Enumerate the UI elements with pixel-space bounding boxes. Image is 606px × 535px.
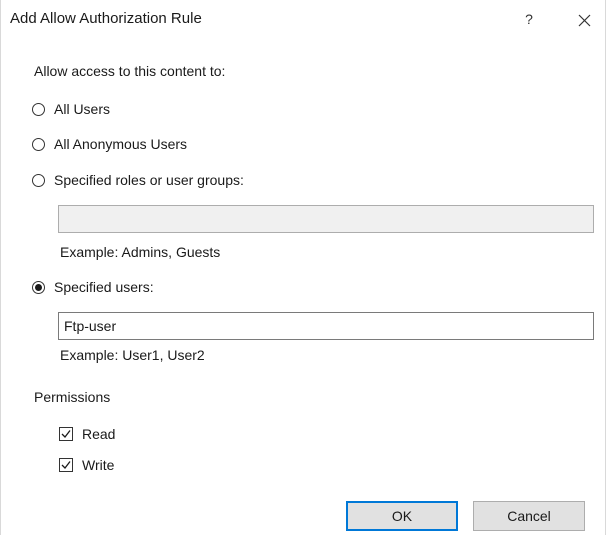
close-button[interactable] (569, 8, 599, 32)
checkbox-write[interactable]: Write (59, 455, 114, 475)
radio-all-users[interactable]: All Users (32, 99, 110, 119)
users-input[interactable]: Ftp-user (58, 312, 594, 340)
checkbox-read[interactable]: Read (59, 424, 115, 444)
radio-button[interactable] (32, 137, 45, 151)
radio-all-anonymous-users[interactable]: All Anonymous Users (32, 134, 187, 154)
radio-button[interactable] (32, 102, 45, 116)
radio-label: Specified users: (54, 279, 154, 295)
access-heading: Allow access to this content to: (34, 63, 226, 79)
radio-specified-roles[interactable]: Specified roles or user groups: (32, 170, 244, 190)
cancel-button[interactable]: Cancel (473, 501, 585, 531)
dialog-title: Add Allow Authorization Rule (10, 10, 202, 27)
close-icon (578, 14, 591, 27)
permissions-heading: Permissions (34, 389, 111, 405)
radio-button[interactable] (32, 173, 45, 187)
radio-specified-users[interactable]: Specified users: (32, 277, 154, 297)
checkbox[interactable] (59, 458, 73, 472)
checkmark-icon (61, 430, 71, 438)
ok-button[interactable]: OK (346, 501, 458, 531)
radio-label: All Anonymous Users (54, 136, 188, 152)
roles-input[interactable] (58, 205, 594, 233)
title-bar: Add Allow Authorization Rule ? (1, 0, 605, 38)
checkbox-label: Read (82, 426, 116, 442)
radio-label: Specified roles or user groups: (54, 172, 244, 188)
radio-label: All Users (54, 101, 111, 117)
add-allow-authorization-rule-dialog: Add Allow Authorization Rule ? Allow acc… (0, 0, 606, 535)
help-button[interactable]: ? (515, 8, 543, 30)
users-example-text: Example: User1, User2 (60, 347, 205, 363)
checkmark-icon (61, 461, 71, 469)
checkbox[interactable] (59, 427, 73, 441)
checkbox-label: Write (82, 457, 115, 473)
roles-example-text: Example: Admins, Guests (60, 244, 221, 260)
radio-button-selected[interactable] (32, 280, 45, 294)
